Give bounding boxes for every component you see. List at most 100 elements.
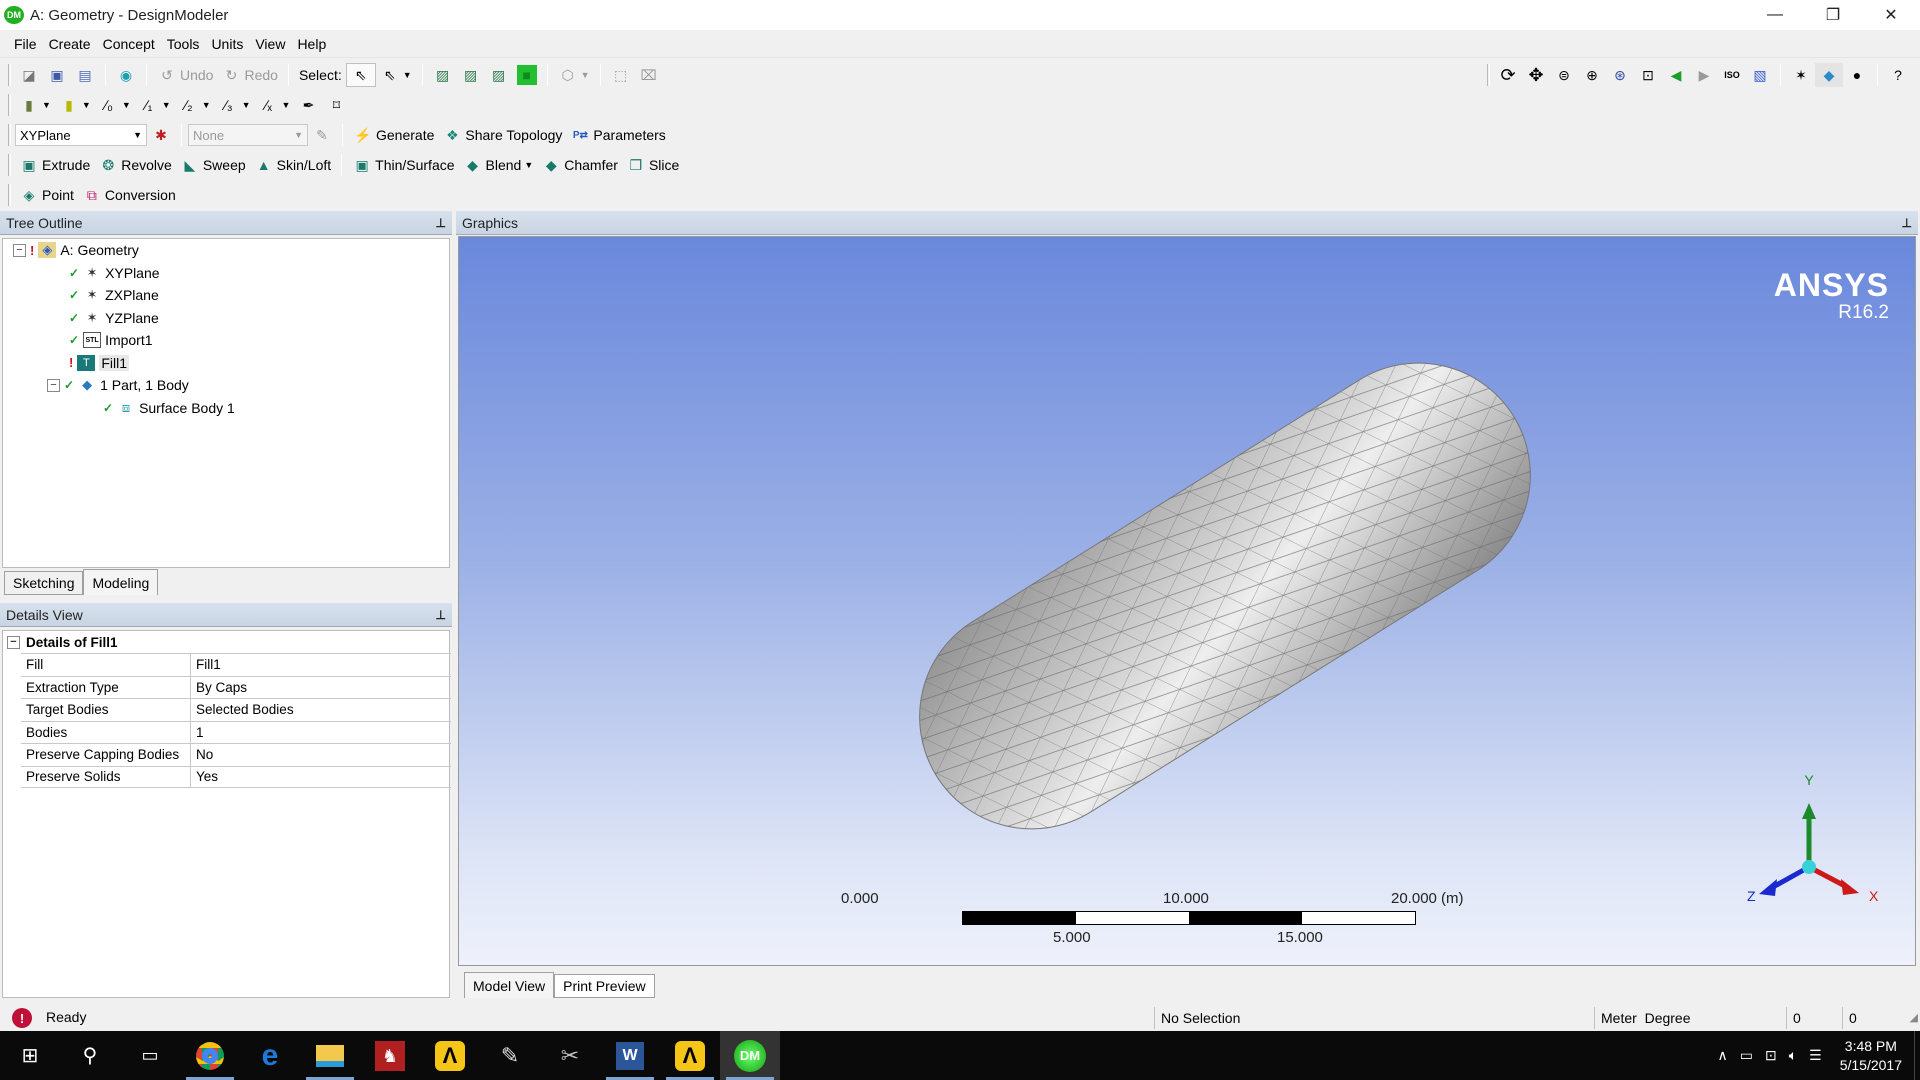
tab-sketching[interactable]: Sketching bbox=[4, 571, 84, 595]
battery-icon[interactable]: ▭ bbox=[1734, 1047, 1759, 1064]
minimize-button[interactable]: — bbox=[1746, 0, 1804, 30]
tree-item-surface-body[interactable]: ✓ ⧈ Surface Body 1 bbox=[103, 397, 235, 419]
select-all-button[interactable]: ⬚ bbox=[607, 63, 635, 87]
tree-item-fill1[interactable]: ! T Fill1 bbox=[69, 352, 130, 374]
volume-icon[interactable]: 🔈︎ bbox=[1783, 1047, 1803, 1064]
error-icon[interactable]: ! bbox=[12, 1008, 32, 1028]
line-2-dropdown[interactable]: ∕₂ ▼ bbox=[175, 93, 215, 117]
pin-button[interactable]: ✒ bbox=[294, 93, 322, 117]
save-button[interactable]: ▣ bbox=[43, 63, 71, 87]
redo-button[interactable]: ↻ Redo bbox=[217, 63, 281, 87]
sweep-button[interactable]: ◣ Sweep bbox=[176, 153, 250, 177]
rotate-button[interactable]: ⟳ bbox=[1494, 63, 1522, 87]
select-points-button[interactable]: ▨ bbox=[429, 63, 457, 87]
edge-display-dropdown[interactable]: ▮ ▼ bbox=[55, 93, 95, 117]
clock[interactable]: 3:48 PM 5/15/2017 bbox=[1828, 1037, 1914, 1075]
maximize-button[interactable]: ❐ bbox=[1804, 0, 1862, 30]
details-section-header[interactable]: − Details of Fill1 bbox=[3, 631, 449, 653]
undo-button[interactable]: ↺ Undo bbox=[153, 63, 217, 87]
taskbar-dragon-app[interactable]: ♞ bbox=[360, 1031, 420, 1080]
new-button[interactable]: ◪ bbox=[15, 63, 43, 87]
pin-icon[interactable]: ⊥ bbox=[436, 608, 446, 622]
sketch-select[interactable]: None ▼ bbox=[188, 124, 308, 146]
tree-item-yzplane[interactable]: ✓ ✶ YZPlane bbox=[69, 307, 159, 329]
look-at-button[interactable]: ▧ bbox=[1746, 63, 1774, 87]
line-3-dropdown[interactable]: ∕₃ ▼ bbox=[215, 93, 255, 117]
save-as-button[interactable]: ▤ bbox=[71, 63, 99, 87]
plane-select[interactable]: XYPlane ▼ bbox=[15, 124, 147, 146]
face-display-dropdown[interactable]: ▮ ▼ bbox=[15, 93, 55, 117]
tab-model-view[interactable]: Model View bbox=[464, 972, 555, 998]
search-button[interactable]: ⚲ bbox=[60, 1031, 120, 1080]
details-value[interactable]: Yes bbox=[191, 767, 451, 788]
taskbar-designmodeler[interactable]: DM bbox=[720, 1031, 780, 1080]
extrude-button[interactable]: ▣ Extrude bbox=[15, 153, 94, 177]
zoom-button[interactable]: ⊜ bbox=[1550, 63, 1578, 87]
point-button[interactable]: ◈ Point bbox=[15, 183, 78, 207]
resize-grip-icon[interactable]: ◢ bbox=[1910, 1011, 1918, 1024]
details-row[interactable]: Preserve Solids Yes bbox=[21, 765, 451, 788]
pin-icon[interactable]: ⊥ bbox=[436, 216, 446, 230]
zoom-fit-button[interactable]: ⊛ bbox=[1606, 63, 1634, 87]
toolbar-grip-right[interactable] bbox=[1487, 64, 1490, 86]
details-value[interactable]: No bbox=[191, 744, 451, 766]
tab-print-preview[interactable]: Print Preview bbox=[554, 974, 655, 998]
previous-view-button[interactable]: ◀ bbox=[1662, 63, 1690, 87]
blend-dropdown[interactable]: ◆ Blend ▼ bbox=[459, 153, 538, 177]
menu-concept[interactable]: Concept bbox=[97, 36, 161, 52]
chamfer-button[interactable]: ◆ Chamfer bbox=[537, 153, 622, 177]
taskbar-ansys-workbench[interactable]: Λ bbox=[420, 1031, 480, 1080]
taskbar-ansys-workbench-2[interactable]: Λ bbox=[660, 1031, 720, 1080]
taskbar-snipping-tool[interactable]: ✂ bbox=[540, 1031, 600, 1080]
taskbar-file-explorer[interactable] bbox=[300, 1031, 360, 1080]
details-value[interactable]: 1 bbox=[191, 722, 451, 744]
pin-icon[interactable]: ⊥ bbox=[1902, 216, 1912, 230]
menu-file[interactable]: File bbox=[8, 36, 43, 52]
new-sketch-button[interactable]: ✎ bbox=[308, 123, 336, 147]
pan-button[interactable]: ✥ bbox=[1522, 63, 1550, 87]
line-0-dropdown[interactable]: ∕₀ ▼ bbox=[95, 93, 135, 117]
skin-loft-button[interactable]: ▲ Skin/Loft bbox=[250, 153, 335, 177]
model-canvas[interactable] bbox=[459, 237, 1916, 966]
show-desktop-button[interactable] bbox=[1914, 1031, 1920, 1080]
share-topology-button[interactable]: ❖ Share Topology bbox=[438, 123, 566, 147]
iso-view-button[interactable]: ISO bbox=[1718, 63, 1746, 87]
toolbar-grip[interactable] bbox=[8, 94, 11, 116]
triad-toggle-button[interactable]: ✶ bbox=[1787, 63, 1815, 87]
menu-tools[interactable]: Tools bbox=[161, 36, 206, 52]
toolbar-grip[interactable] bbox=[8, 154, 11, 176]
revolve-button[interactable]: ❂ Revolve bbox=[94, 153, 176, 177]
select-mode-single-button[interactable]: ⇖ bbox=[345, 63, 376, 87]
show-hidden-icons-chevron[interactable]: ∧ bbox=[1712, 1047, 1734, 1064]
graphics-viewport[interactable]: ANSYS R16.2 0.000 10.000 20.000 (m) 5.00… bbox=[458, 236, 1916, 966]
taskbar-word[interactable]: W bbox=[600, 1031, 660, 1080]
details-row[interactable]: Extraction Type By Caps bbox=[21, 675, 451, 698]
tree-item-import1[interactable]: ✓ STL Import1 bbox=[69, 329, 153, 351]
tree-item-zxplane[interactable]: ✓ ✶ ZXPlane bbox=[69, 284, 159, 306]
select-bodies-button[interactable]: ■ bbox=[513, 63, 541, 87]
new-plane-button[interactable]: ✱ bbox=[147, 123, 175, 147]
select-faces-button[interactable]: ▨ bbox=[485, 63, 513, 87]
collapse-icon[interactable]: − bbox=[47, 378, 60, 392]
thin-surface-button[interactable]: ▣ Thin/Surface bbox=[348, 153, 458, 177]
details-row[interactable]: Fill Fill1 bbox=[21, 653, 451, 676]
start-button[interactable]: ⊞ bbox=[0, 1031, 60, 1080]
extend-selection-dropdown[interactable]: ⬡ ▼ bbox=[554, 63, 594, 87]
taskbar-edge[interactable]: e bbox=[240, 1031, 300, 1080]
menu-create[interactable]: Create bbox=[43, 36, 97, 52]
line-x-dropdown[interactable]: ∕ₓ ▼ bbox=[255, 93, 295, 117]
task-view-button[interactable]: ▭ bbox=[120, 1031, 180, 1080]
close-button[interactable]: ✕ bbox=[1862, 0, 1920, 30]
taskbar-paint-app[interactable]: ✎ bbox=[480, 1031, 540, 1080]
toolbar-grip[interactable] bbox=[8, 124, 11, 146]
next-view-button[interactable]: ▶ bbox=[1690, 63, 1718, 87]
display-model-button[interactable]: ◆ bbox=[1815, 63, 1843, 87]
generate-button[interactable]: ⚡ Generate bbox=[349, 123, 438, 147]
details-row[interactable]: Target Bodies Selected Bodies bbox=[21, 698, 451, 721]
taskbar-chrome[interactable] bbox=[180, 1031, 240, 1080]
network-icon[interactable]: ⊡ bbox=[1759, 1047, 1783, 1064]
details-row[interactable]: Bodies 1 bbox=[21, 720, 451, 744]
menu-units[interactable]: Units bbox=[205, 36, 249, 52]
zoom-in-button[interactable]: ⊕ bbox=[1578, 63, 1606, 87]
notifications-icon[interactable]: ☰ bbox=[1803, 1047, 1828, 1064]
